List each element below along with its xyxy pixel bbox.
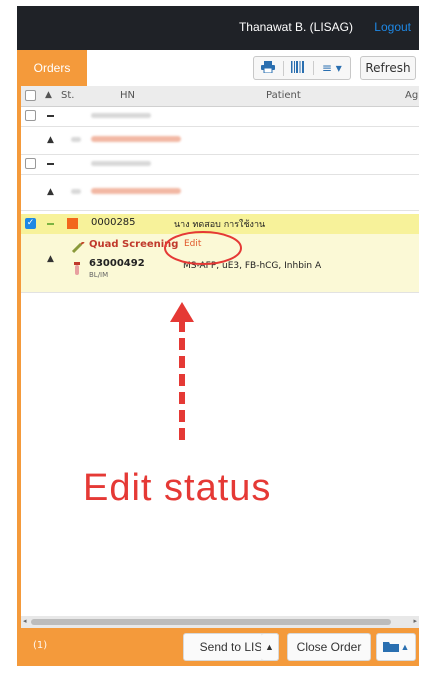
arrow-head-icon bbox=[170, 302, 194, 322]
folder-menu-button[interactable]: ▲ bbox=[376, 633, 416, 661]
annotation-overlay bbox=[164, 231, 242, 440]
send-label: Send to LIS bbox=[199, 640, 263, 654]
highlight-circle bbox=[164, 231, 242, 265]
close-order-button[interactable]: Close Order bbox=[287, 633, 371, 661]
annotation-label: Edit status bbox=[83, 467, 272, 509]
folder-icon bbox=[382, 641, 399, 654]
chevron-up-icon: ▲ bbox=[400, 642, 410, 652]
footer-bar: (1) Send to LIS ▲ Close Order ▲ bbox=[17, 628, 419, 666]
send-dropdown-icon[interactable]: ▲ bbox=[261, 633, 279, 661]
selected-count: (1) bbox=[33, 640, 48, 651]
